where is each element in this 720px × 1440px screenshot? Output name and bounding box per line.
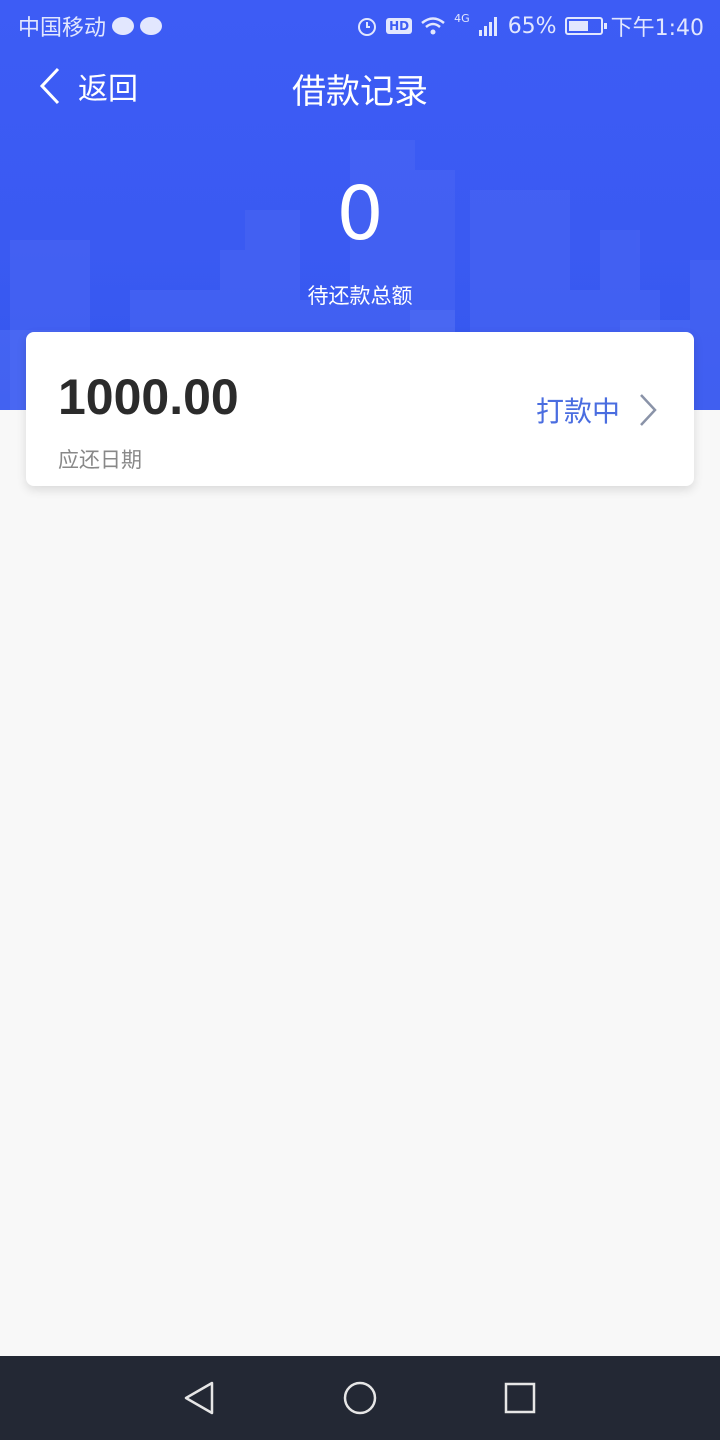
loan-record-card[interactable]: 1000.00 应还日期 打款中 [26, 332, 694, 486]
chevron-right-icon [640, 394, 657, 426]
page-title: 借款记录 [292, 72, 428, 112]
battery-percent: 65% [507, 13, 557, 39]
message-icon [140, 17, 163, 35]
loan-status-label: 打款中 [535, 395, 620, 428]
status-bar: 中国移动 HD 4G 65% 下午1:40 [0, 0, 720, 50]
total-due-label: 待还款总额 [307, 284, 413, 308]
network-type: 4G [454, 11, 470, 25]
loan-status[interactable]: 打款中 [536, 390, 658, 430]
battery-icon [564, 17, 607, 35]
total-due-amount: 0 [336, 171, 384, 257]
system-back-icon[interactable] [182, 1380, 218, 1416]
system-navigation-bar [0, 1356, 720, 1440]
wechat-icon [112, 17, 135, 35]
wifi-icon [421, 17, 445, 35]
hd-icon: HD [386, 18, 413, 34]
signal-icon [478, 17, 497, 36]
alarm-icon [358, 18, 377, 36]
carrier-name: 中国移动 [18, 16, 107, 41]
due-date-label: 应还日期 [58, 448, 142, 472]
clock: 下午1:40 [610, 16, 704, 41]
nav-bar: 返回 借款记录 [0, 56, 720, 116]
system-recents-icon[interactable] [502, 1380, 538, 1416]
loan-amount: 1000.00 [58, 369, 239, 425]
system-home-icon[interactable] [342, 1380, 378, 1416]
